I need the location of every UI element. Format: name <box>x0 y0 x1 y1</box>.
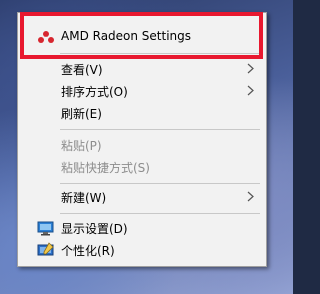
menu-item-label: 新建(W) <box>61 191 107 205</box>
menu-item-sort-by[interactable]: 排序方式(O) <box>18 80 266 103</box>
menu-item-paste: 粘贴(P) <box>18 134 266 157</box>
menu-item-new[interactable]: 新建(W) <box>18 186 266 209</box>
menu-item-view[interactable]: 查看(V) <box>18 58 266 81</box>
menu-item-label: 粘贴快捷方式(S) <box>61 161 150 175</box>
highlight-annotation-box <box>20 12 263 59</box>
menu-item-paste-shortcut: 粘贴快捷方式(S) <box>18 156 266 179</box>
menu-separator <box>60 183 260 184</box>
menu-item-refresh[interactable]: 刷新(E) <box>18 102 266 125</box>
menu-item-label: 粘贴(P) <box>61 139 102 153</box>
menu-item-label: 刷新(E) <box>61 107 102 121</box>
menu-item-personalize[interactable]: 个性化(R) <box>18 239 266 262</box>
menu-separator <box>60 129 260 130</box>
personalize-icon <box>37 242 54 256</box>
menu-separator <box>60 213 260 214</box>
menu-item-label: 个性化(R) <box>61 244 115 258</box>
menu-item-display-settings[interactable]: 显示设置(D) <box>18 217 266 240</box>
display-icon <box>37 221 54 236</box>
menu-item-label: 排序方式(O) <box>61 85 128 99</box>
chevron-right-icon <box>247 191 254 202</box>
menu-item-label: 显示设置(D) <box>61 222 128 236</box>
chevron-right-icon <box>247 85 254 96</box>
menu-item-label: 查看(V) <box>61 63 103 77</box>
chevron-right-icon <box>247 63 254 74</box>
